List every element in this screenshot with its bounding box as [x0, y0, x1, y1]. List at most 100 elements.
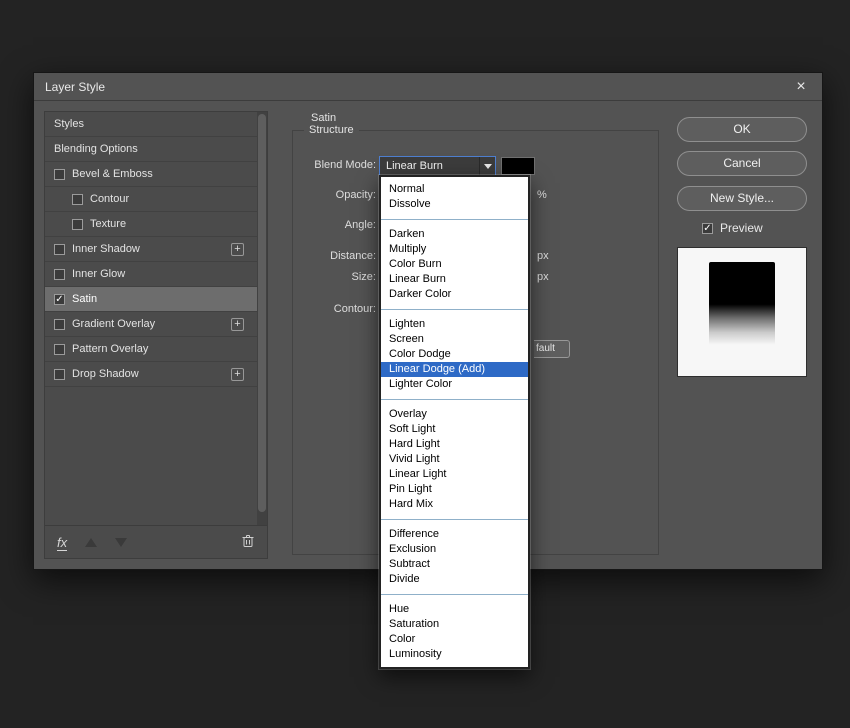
blend-mode-option[interactable]: Luminosity [381, 647, 528, 662]
sidebar-item-contour[interactable]: Contour [45, 187, 259, 212]
blend-mode-option[interactable]: Linear Burn [381, 272, 528, 287]
blend-mode-option[interactable]: Overlay [381, 407, 528, 422]
sidebar-item-satin[interactable]: ✓ Satin [45, 287, 259, 312]
blend-mode-option[interactable]: Lighter Color [381, 377, 528, 392]
new-style-button[interactable]: New Style... [677, 186, 807, 211]
blend-mode-option[interactable]: Hard Mix [381, 497, 528, 512]
sidebar-item-inner-shadow[interactable]: Inner Shadow + [45, 237, 259, 262]
sidebar-item-label: Contour [90, 193, 130, 205]
move-effect-down-icon[interactable] [115, 538, 128, 547]
blend-mode-group: Lighten Screen Color Dodge Linear Dodge (Ad… [381, 314, 528, 395]
blend-mode-option[interactable]: Hue [381, 602, 528, 617]
desktop-background: Layer Style × Styles Blending Options Beve… [0, 0, 850, 728]
sidebar-item-inner-glow[interactable]: Inner Glow [45, 262, 259, 287]
blend-mode-label: Blend Mode: [314, 159, 376, 171]
contour-label: Contour: [333, 303, 376, 315]
blend-mode-option[interactable]: Normal [381, 182, 528, 197]
blend-mode-group: Darken Multiply Color Burn Linear Burn Darke… [381, 224, 528, 305]
angle-label: Angle: [344, 219, 376, 231]
sidebar-footer: fx [45, 525, 267, 559]
blend-mode-option[interactable]: Pin Light [381, 482, 528, 497]
blend-mode-option[interactable]: Subtract [381, 557, 528, 572]
blend-mode-option[interactable]: Soft Light [381, 422, 528, 437]
reset-to-default-button-partial[interactable]: fault [534, 340, 570, 358]
blend-mode-option[interactable]: Color [381, 632, 528, 647]
blend-mode-group: Normal Dissolve [381, 179, 528, 215]
preview-label[interactable]: Preview [720, 221, 763, 235]
blend-mode-option[interactable]: Dissolve [381, 197, 528, 212]
blend-mode-option[interactable]: Hard Light [381, 437, 528, 452]
fx-icon[interactable]: fx [57, 535, 68, 551]
sidebar-item-label: Drop Shadow [72, 368, 139, 380]
size-label: Size: [351, 271, 376, 283]
preview-thumbnail [677, 247, 807, 377]
blend-mode-listbox: Normal Dissolve Darken Multiply Color Burn Li… [379, 175, 530, 669]
blend-mode-option[interactable]: Saturation [381, 617, 528, 632]
sidebar-item-label: Bevel & Emboss [72, 168, 153, 180]
add-effect-instance-icon[interactable]: + [231, 317, 244, 331]
move-effect-up-icon[interactable] [85, 538, 98, 547]
sidebar-item-label: Gradient Overlay [72, 318, 156, 330]
sidebar-item-styles[interactable]: Styles [45, 112, 259, 137]
opacity-unit: % [537, 189, 547, 201]
blend-mode-option[interactable]: Difference [381, 527, 528, 542]
sidebar-item-gradient-overlay[interactable]: Gradient Overlay + [45, 312, 259, 337]
add-effect-instance-icon[interactable]: + [231, 242, 244, 256]
dropdown-separator [381, 309, 528, 310]
unchecked-checkbox[interactable] [54, 168, 65, 180]
unchecked-checkbox[interactable] [54, 268, 65, 280]
blend-mode-group: Difference Exclusion Subtract Divide [381, 524, 528, 590]
blend-mode-option[interactable]: Vivid Light [381, 452, 528, 467]
dropdown-separator [381, 519, 528, 520]
unchecked-checkbox[interactable] [72, 193, 83, 205]
sidebar-scrollbar[interactable] [257, 112, 267, 525]
distance-label: Distance: [330, 250, 376, 262]
blend-mode-option[interactable]: Color Burn [381, 257, 528, 272]
checked-checkbox[interactable]: ✓ [54, 293, 65, 305]
sidebar-item-bevel-emboss[interactable]: Bevel & Emboss [45, 162, 259, 187]
styles-list: Styles Blending Options Bevel & Emboss Cont… [45, 112, 259, 387]
blend-mode-option[interactable]: Darker Color [381, 287, 528, 302]
sidebar-item-label: Texture [90, 218, 127, 230]
blend-mode-option[interactable]: Linear Dodge (Add) [381, 362, 528, 377]
cancel-button[interactable]: Cancel [677, 151, 807, 176]
close-icon[interactable]: × [790, 76, 812, 98]
preview-checkbox[interactable]: ✓ [702, 222, 713, 234]
chevron-down-icon[interactable] [479, 157, 495, 175]
ok-button[interactable]: OK [677, 117, 807, 142]
unchecked-checkbox[interactable] [54, 368, 65, 380]
opacity-label: Opacity: [335, 189, 376, 201]
sidebar-item-label: Styles [54, 118, 84, 130]
blend-mode-option[interactable]: Lighten [381, 317, 528, 332]
blend-mode-option[interactable]: Multiply [381, 242, 528, 257]
delete-effect-icon[interactable] [241, 533, 255, 553]
size-unit: px [537, 271, 549, 283]
dropdown-separator [381, 219, 528, 220]
structure-group-label: Structure [304, 124, 359, 136]
blend-mode-option[interactable]: Darken [381, 227, 528, 242]
dialog-titlebar: Layer Style × [34, 73, 822, 101]
styles-sidebar: Styles Blending Options Bevel & Emboss Cont… [44, 111, 268, 559]
blend-mode-option[interactable]: Exclusion [381, 542, 528, 557]
sidebar-item-texture[interactable]: Texture [45, 212, 259, 237]
dropdown-separator [381, 399, 528, 400]
sidebar-item-blending-options[interactable]: Blending Options [45, 137, 259, 162]
satin-color-swatch[interactable] [501, 157, 535, 175]
unchecked-checkbox[interactable] [54, 318, 65, 330]
blend-mode-option[interactable]: Linear Light [381, 467, 528, 482]
scrollbar-thumb[interactable] [258, 114, 266, 512]
blend-mode-option[interactable]: Color Dodge [381, 347, 528, 362]
add-effect-instance-icon[interactable]: + [231, 367, 244, 381]
sidebar-item-drop-shadow[interactable]: Drop Shadow + [45, 362, 259, 387]
satin-preview-gradient [709, 262, 775, 350]
blend-mode-option[interactable]: Divide [381, 572, 528, 587]
preview-row: ✓ Preview [702, 221, 763, 235]
unchecked-checkbox[interactable] [54, 343, 65, 355]
sidebar-item-pattern-overlay[interactable]: Pattern Overlay [45, 337, 259, 362]
blend-mode-value: Linear Burn [386, 160, 443, 172]
blend-mode-select[interactable]: Linear Burn [379, 156, 496, 176]
unchecked-checkbox[interactable] [72, 218, 83, 230]
blend-mode-option[interactable]: Screen [381, 332, 528, 347]
unchecked-checkbox[interactable] [54, 243, 65, 255]
distance-unit: px [537, 250, 549, 262]
